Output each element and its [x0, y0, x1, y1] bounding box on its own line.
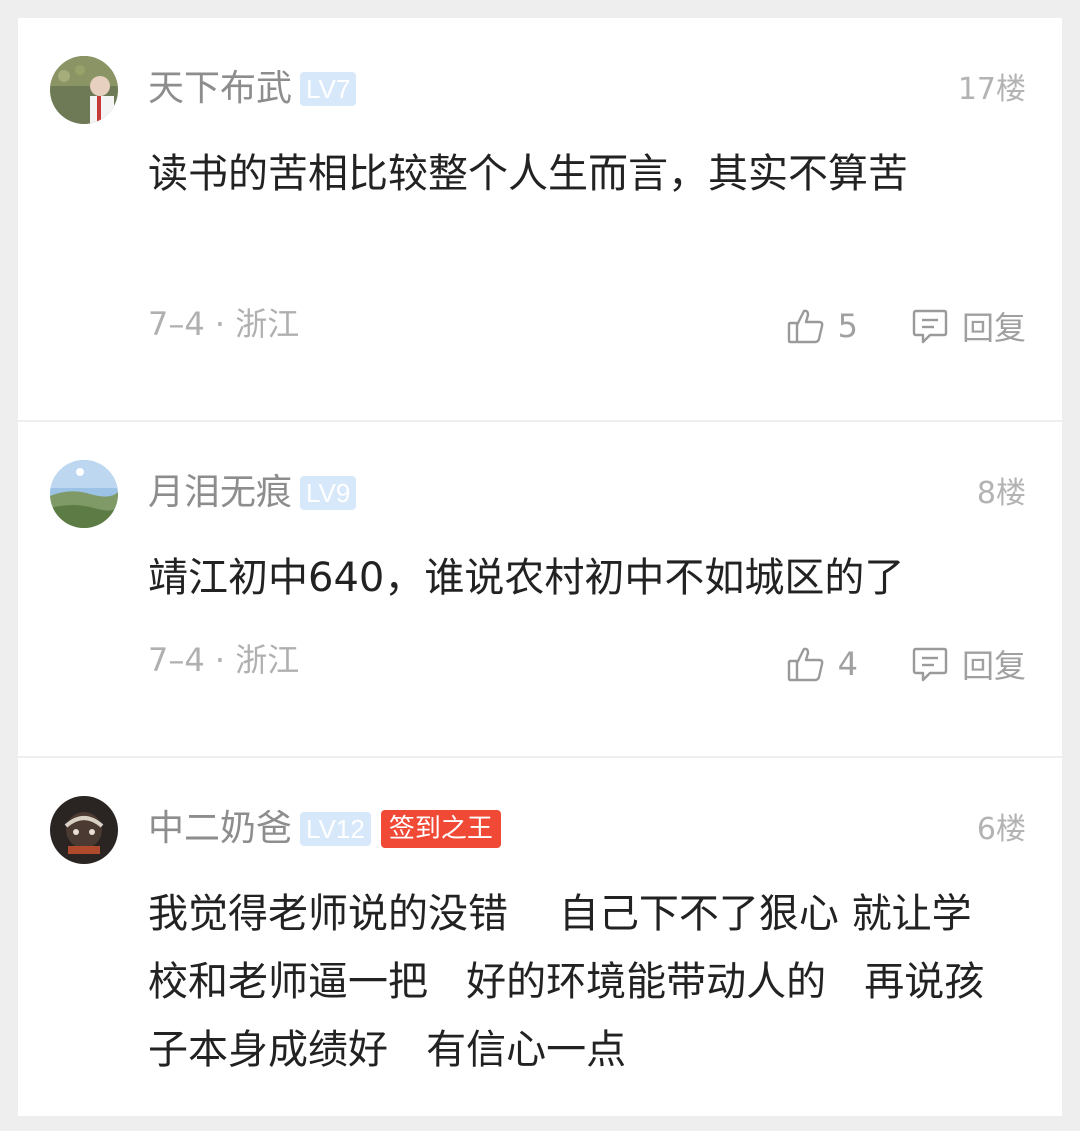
checkin-king-badge: 签到之王	[380, 810, 501, 848]
floor-number: 6楼	[976, 812, 1026, 847]
comment-header: 天下布武 LV7	[148, 68, 357, 110]
like-button[interactable]: 4	[786, 642, 858, 686]
thumbs-up-icon	[786, 306, 838, 346]
level-badge: LV7	[300, 72, 357, 106]
reply-label: 回复	[961, 309, 1026, 347]
comment-bubble-icon	[910, 306, 962, 346]
comment-item: 天下布武 LV7 17楼 读书的苦相比较整个人生而言，其实不算苦 7–4 · 浙…	[18, 18, 1062, 420]
reply-button[interactable]: 回复	[910, 304, 1026, 348]
comment-item: 月泪无痕 LV9 8楼 靖江初中640，谁说农村初中不如城区的了 7–4 · 浙…	[18, 422, 1062, 756]
comment-header: 月泪无痕 LV9	[148, 472, 357, 514]
reply-button[interactable]: 回复	[910, 642, 1026, 686]
level-badge: LV12	[300, 812, 371, 846]
avatar[interactable]	[50, 460, 118, 528]
comment-item: 中二奶爸 LV12 签到之王 6楼 我觉得老师说的没错 自己下不了狠心 就让学校…	[18, 758, 1062, 1116]
comment-header: 中二奶爸 LV12 签到之王	[148, 808, 501, 850]
like-button[interactable]: 5	[786, 304, 858, 348]
floor-number: 17楼	[957, 72, 1026, 107]
comment-meta: 7–4 · 浙江	[148, 305, 300, 343]
comment-text: 我觉得老师说的没错 自己下不了狠心 就让学校和老师逼一把 好的环境能带动人的 再…	[148, 891, 985, 1073]
comment-list: 天下布武 LV7 17楼 读书的苦相比较整个人生而言，其实不算苦 7–4 · 浙…	[18, 18, 1062, 1116]
comment-actions: 5 回复	[786, 304, 1026, 348]
comment-bubble-icon	[910, 644, 962, 684]
comment-meta: 7–4 · 浙江	[148, 641, 300, 679]
avatar[interactable]	[50, 796, 118, 864]
username[interactable]: 中二奶爸	[148, 808, 292, 850]
username[interactable]: 月泪无痕	[148, 472, 292, 514]
reply-label: 回复	[961, 647, 1026, 685]
comment-text: 靖江初中640，谁说农村初中不如城区的了	[148, 555, 905, 601]
comment-text: 读书的苦相比较整个人生而言，其实不算苦	[148, 151, 908, 197]
comment-actions: 4 回复	[786, 642, 1026, 686]
username[interactable]: 天下布武	[148, 68, 292, 110]
thumbs-up-icon	[786, 644, 838, 684]
floor-number: 8楼	[976, 476, 1026, 511]
avatar[interactable]	[50, 56, 118, 124]
like-count: 4	[837, 645, 858, 683]
level-badge: LV9	[300, 476, 357, 510]
like-count: 5	[837, 307, 858, 345]
